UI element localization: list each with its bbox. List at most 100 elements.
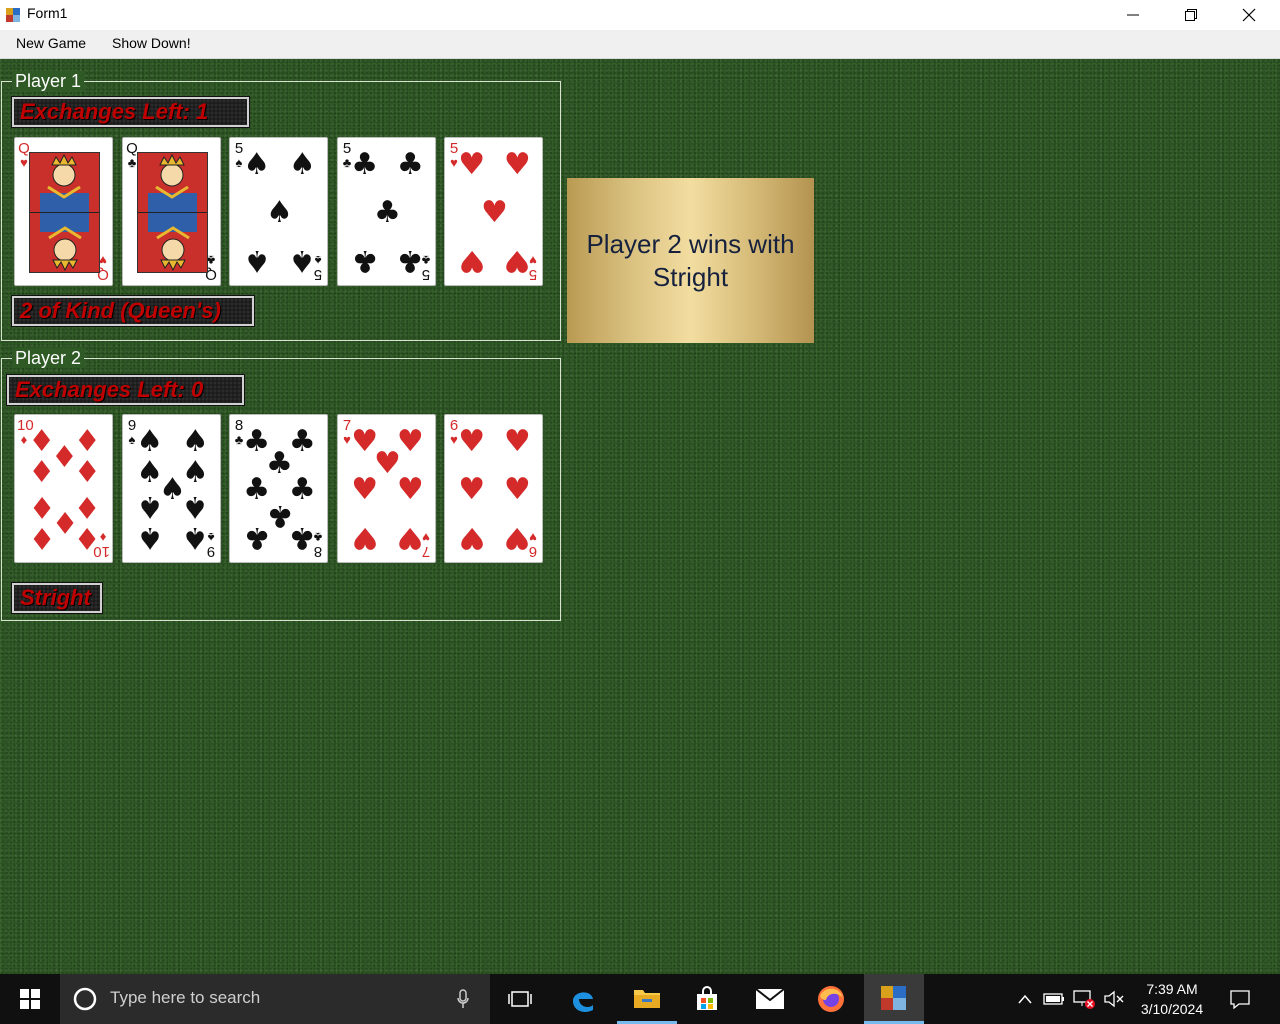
player-2-card-4[interactable]: 7 ♥ 7 ♥ ♥ ♥ ♥ ♥ ♥ ♥ ♥ [337, 414, 436, 563]
clock[interactable]: 7:39 AM 3/10/2024 [1132, 979, 1212, 1019]
cortana-icon [73, 987, 97, 1011]
hearts-pip-icon: ♥ [351, 471, 379, 507]
hearts-pip-icon: ♥ [503, 243, 531, 279]
minimize-icon [1127, 14, 1139, 16]
firefox-icon [818, 986, 844, 1012]
player-1-card-3[interactable]: 5 ♠ 5 ♠ ♠ ♠ ♠ ♠ ♠ [229, 137, 328, 286]
network-button[interactable] [1070, 974, 1098, 1024]
player-1-exchanges: Exchanges Left: 1 [11, 96, 250, 128]
hearts-pip-icon: ♥ [503, 423, 531, 459]
show-hidden-icons-button[interactable] [1012, 974, 1038, 1024]
hearts-pip-icon: ♥ [503, 520, 531, 556]
microphone-icon[interactable] [456, 989, 470, 1009]
folder-icon [634, 989, 660, 1008]
app-window-icon [881, 985, 906, 1010]
spades-pip-icon: ♠ [181, 423, 209, 459]
clubs-pip-icon: ♣ [351, 243, 379, 279]
action-center-button[interactable] [1212, 974, 1268, 1024]
clock-date: 3/10/2024 [1140, 1001, 1204, 1017]
menu-show-down[interactable]: Show Down! [112, 35, 191, 51]
player-2-title: Player 2 [12, 348, 85, 368]
spades-pip-icon: ♠ [243, 146, 271, 182]
player-2-exchanges: Exchanges Left: 0 [6, 374, 245, 406]
diamonds-pip-icon: ♦ [73, 455, 101, 491]
spades-pip-icon: ♠ [181, 520, 209, 556]
battery-icon [1043, 993, 1064, 1005]
volume-muted-icon [1104, 990, 1124, 1008]
windows-logo-icon [20, 989, 40, 1009]
hearts-pip-icon: ♥ [458, 423, 486, 459]
player-2-card-1[interactable]: 10 ♦ 10 ♦ ♦ ♦ ♦ ♦ ♦ ♦ ♦ ♦ ♦ ♦ [14, 414, 113, 563]
menu-new-game[interactable]: New Game [16, 35, 86, 51]
edge-icon [573, 992, 593, 1012]
restore-icon [1185, 9, 1197, 21]
chevron-up-icon [1018, 994, 1032, 1004]
hearts-pip-icon: ♥ [503, 146, 531, 182]
title-bar: Form1 [0, 0, 1280, 30]
clubs-pip-icon: ♣ [396, 243, 424, 279]
spades-pip-icon: ♠ [288, 243, 316, 279]
firefox-button[interactable] [801, 974, 861, 1024]
task-view-icon [508, 991, 532, 1007]
diamonds-pip-icon: ♦ [28, 455, 56, 491]
poker-app-button[interactable] [864, 974, 924, 1024]
hearts-pip-icon: ♥ [396, 471, 424, 507]
hearts-pip-icon: ♥ [458, 520, 486, 556]
menu-bar: New Game Show Down! [0, 30, 1280, 59]
clock-time: 7:39 AM [1146, 981, 1198, 997]
spades-pip-icon: ♠ [136, 520, 164, 556]
minimize-button[interactable] [1104, 0, 1162, 30]
diamonds-pip-icon: ♦ [28, 520, 56, 556]
battery-button[interactable] [1040, 974, 1068, 1024]
clubs-pip-icon: ♣ [396, 146, 424, 182]
window-title: Form1 [27, 5, 68, 21]
mail-button[interactable] [740, 974, 800, 1024]
hearts-pip-icon: ♥ [458, 243, 486, 279]
notification-icon [1230, 990, 1250, 1009]
hearts-pip-icon: ♥ [458, 471, 486, 507]
search-placeholder: Type here to search [110, 988, 261, 1007]
spades-pip-icon: ♠ [181, 488, 209, 524]
hearts-pip-icon: ♥ [503, 471, 531, 507]
store-icon [697, 986, 717, 1010]
queen-face-icon [29, 152, 100, 273]
file-explorer-button[interactable] [617, 974, 677, 1024]
close-icon [1242, 8, 1256, 22]
player-2-card-5[interactable]: 6 ♥ 6 ♥ ♥ ♥ ♥ ♥ ♥ ♥ [444, 414, 543, 563]
spades-pip-icon: ♠ [288, 146, 316, 182]
store-button[interactable] [677, 974, 737, 1024]
result-panel: Player 2 wins with Stright [567, 178, 814, 343]
hearts-pip-icon: ♥ [396, 520, 424, 556]
app-icon [6, 8, 20, 22]
mail-icon [755, 988, 785, 1009]
player-1-card-4[interactable]: 5 ♣ 5 ♣ ♣ ♣ ♣ ♣ ♣ [337, 137, 436, 286]
player-1-card-1[interactable]: Q ♥ Q ♥ [14, 137, 113, 286]
spades-pip-icon: ♠ [136, 488, 164, 524]
spades-pip-icon: ♠ [243, 243, 271, 279]
spades-pip-icon: ♠ [266, 194, 293, 230]
taskbar: Type here to search 7:39 AM 3/10/2024 [0, 974, 1280, 1024]
queen-face-icon [137, 152, 208, 273]
player-1-card-5[interactable]: 5 ♥ 5 ♥ ♥ ♥ ♥ ♥ ♥ [444, 137, 543, 286]
start-button[interactable] [0, 974, 60, 1024]
close-button[interactable] [1220, 0, 1278, 30]
result-text: Player 2 wins with Stright [586, 228, 795, 292]
player-1-card-2[interactable]: Q ♣ Q ♣ [122, 137, 221, 286]
edge-button[interactable] [553, 974, 613, 1024]
player-2-card-2[interactable]: 9 ♠ 9 ♠ ♠ ♠ ♠ ♠ ♠ ♠ ♠ ♠ ♠ [122, 414, 221, 563]
clubs-pip-icon: ♣ [374, 194, 401, 230]
network-disconnected-icon [1073, 990, 1095, 1009]
player-2-hand-label: Stright [11, 582, 103, 614]
clubs-pip-icon: ♣ [351, 146, 379, 182]
taskbar-search[interactable]: Type here to search [60, 974, 490, 1024]
clubs-pip-icon: ♣ [288, 520, 316, 556]
hearts-pip-icon: ♥ [458, 146, 486, 182]
restore-button[interactable] [1162, 0, 1220, 30]
task-view-button[interactable] [490, 974, 550, 1024]
volume-button[interactable] [1100, 974, 1128, 1024]
player-1-title: Player 1 [12, 71, 85, 91]
hearts-pip-icon: ♥ [481, 194, 508, 230]
player-2-card-3[interactable]: 8 ♣ 8 ♣ ♣ ♣ ♣ ♣ ♣ ♣ ♣ ♣ [229, 414, 328, 563]
spades-pip-icon: ♠ [136, 423, 164, 459]
hearts-pip-icon: ♥ [351, 520, 379, 556]
